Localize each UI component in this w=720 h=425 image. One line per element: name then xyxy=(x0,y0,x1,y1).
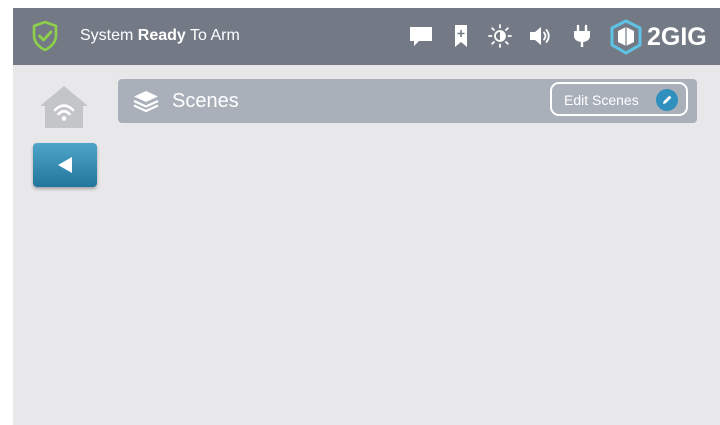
brand-logo: 2GIG xyxy=(609,17,719,57)
scenes-title: Scenes xyxy=(172,90,239,112)
edit-scenes-button[interactable]: Edit Scenes xyxy=(550,82,688,116)
shield-check-icon xyxy=(32,21,58,51)
system-status-text: System Ready To Arm xyxy=(80,25,240,47)
status-bar: System Ready To Arm 2GIG xyxy=(13,8,720,65)
back-button[interactable] xyxy=(33,143,97,187)
volume-icon[interactable] xyxy=(527,23,553,49)
status-prefix: System xyxy=(80,27,138,44)
brand-name: 2GIG xyxy=(647,23,707,51)
bookmark-icon[interactable] xyxy=(448,23,474,49)
scenes-header-bar: Scenes Edit Scenes xyxy=(118,79,697,123)
pencil-icon xyxy=(656,89,678,111)
status-state: Ready xyxy=(137,27,186,44)
home-wifi-icon[interactable] xyxy=(38,84,90,130)
power-plug-icon[interactable] xyxy=(569,23,595,49)
status-suffix: To Arm xyxy=(185,27,240,44)
2gig-cube-icon xyxy=(610,19,642,55)
message-icon[interactable] xyxy=(408,23,434,49)
brightness-icon[interactable] xyxy=(487,23,513,49)
panel-screen: System Ready To Arm 2GIG Scenes Edit Sce… xyxy=(13,8,720,425)
layers-icon xyxy=(133,91,159,112)
back-arrow-icon xyxy=(58,157,72,173)
edit-scenes-label: Edit Scenes xyxy=(564,92,639,108)
